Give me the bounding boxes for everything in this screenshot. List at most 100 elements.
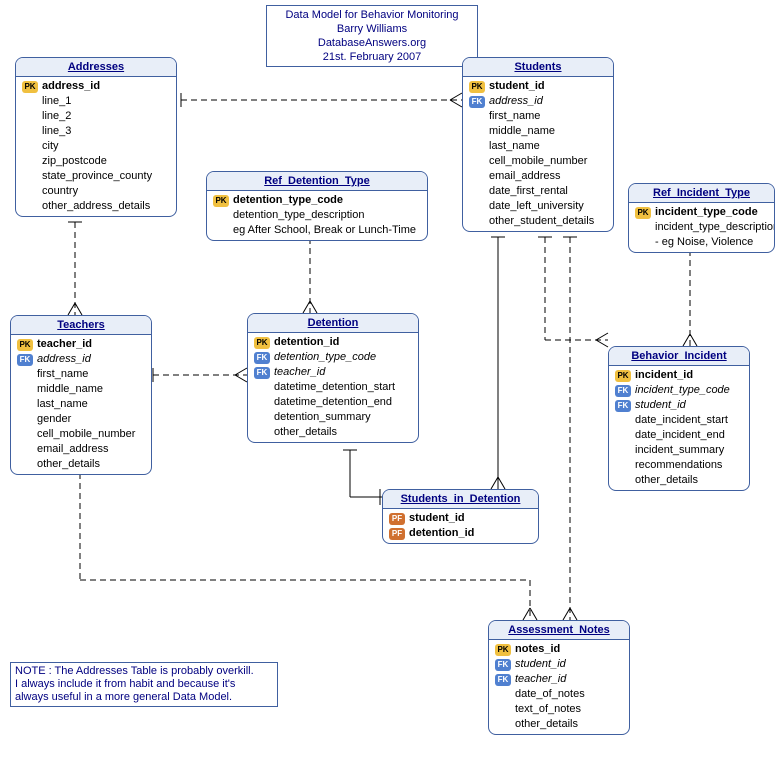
entity-header: Assessment_Notes <box>489 621 629 640</box>
field: detention_id <box>409 526 474 541</box>
entity-ref-detention-type: Ref_Detention_Type PK detention_type_code… <box>206 171 428 241</box>
field: date_first_rental <box>489 184 568 199</box>
fk-icon: FK <box>495 674 511 686</box>
field: student_id <box>635 398 686 413</box>
field: gender <box>37 412 71 427</box>
field: text_of_notes <box>515 702 581 717</box>
field: first_name <box>37 367 88 382</box>
entity-header: Students_in_Detention <box>383 490 538 509</box>
field: email_address <box>37 442 109 457</box>
title-line: Barry Williams <box>273 22 471 36</box>
field: date_incident_end <box>635 428 725 443</box>
field: incident_summary <box>635 443 724 458</box>
entity-header: Addresses <box>16 58 176 77</box>
field: address_id <box>42 79 100 94</box>
entity-teachers: Teachers PK teacher_id FK address_id first… <box>10 315 152 475</box>
note-line: always useful in a more general Data Mod… <box>15 691 273 704</box>
entity-students: Students PK student_id FK address_id first… <box>462 57 614 232</box>
title-line: DatabaseAnswers.org <box>273 36 471 50</box>
field: incident_type_code <box>635 383 730 398</box>
field: datetime_detention_end <box>274 395 392 410</box>
field: teacher_id <box>274 365 325 380</box>
diagram-title: Data Model for Behavior Monitoring Barry… <box>266 5 478 67</box>
fk-icon: FK <box>254 352 270 364</box>
fk-icon: FK <box>254 367 270 379</box>
entity-behavior-incident: Behavior_Incident PK incident_id FK incide… <box>608 346 750 491</box>
field: last_name <box>489 139 540 154</box>
pf-icon: PF <box>389 513 405 525</box>
field: notes_id <box>515 642 560 657</box>
field: recommendations <box>635 458 722 473</box>
entity-header: Ref_Incident_Type <box>629 184 774 203</box>
entity-header: Behavior_Incident <box>609 347 749 366</box>
entity-addresses: Addresses PK address_id line_1 line_2 lin… <box>15 57 177 217</box>
entity-students-in-detention: Students_in_Detention PF student_id PF det… <box>382 489 539 544</box>
entity-header: Teachers <box>11 316 151 335</box>
field: cell_mobile_number <box>37 427 135 442</box>
pk-icon: PK <box>22 81 38 93</box>
field: incident_type_description <box>655 220 775 235</box>
fk-icon: FK <box>615 400 631 412</box>
field: date_incident_start <box>635 413 728 428</box>
title-line: Data Model for Behavior Monitoring <box>273 8 471 22</box>
pk-icon: PK <box>17 339 33 351</box>
field: line_2 <box>42 109 71 124</box>
field: - eg Noise, Violence <box>655 235 753 250</box>
pk-icon: PK <box>615 370 631 382</box>
field: line_3 <box>42 124 71 139</box>
pk-icon: PK <box>213 195 229 207</box>
pk-icon: PK <box>635 207 651 219</box>
field: detention_summary <box>274 410 371 425</box>
field: other_details <box>515 717 578 732</box>
field: middle_name <box>37 382 103 397</box>
field: incident_type_code <box>655 205 758 220</box>
field: date_of_notes <box>515 687 585 702</box>
field: city <box>42 139 59 154</box>
pk-icon: PK <box>495 644 511 656</box>
field: date_left_university <box>489 199 584 214</box>
field: state_province_county <box>42 169 152 184</box>
field: cell_mobile_number <box>489 154 587 169</box>
field: student_id <box>409 511 465 526</box>
entity-header: Students <box>463 58 613 77</box>
field: incident_id <box>635 368 693 383</box>
field: first_name <box>489 109 540 124</box>
field: detention_type_code <box>233 193 343 208</box>
diagram-note: NOTE : The Addresses Table is probably o… <box>10 662 278 707</box>
pf-icon: PF <box>389 528 405 540</box>
field: middle_name <box>489 124 555 139</box>
field: zip_postcode <box>42 154 107 169</box>
field: teacher_id <box>515 672 566 687</box>
field: email_address <box>489 169 561 184</box>
entity-ref-incident-type: Ref_Incident_Type PK incident_type_code i… <box>628 183 775 253</box>
entity-header: Ref_Detention_Type <box>207 172 427 191</box>
field: last_name <box>37 397 88 412</box>
field: line_1 <box>42 94 71 109</box>
field: student_id <box>489 79 545 94</box>
field: student_id <box>515 657 566 672</box>
field: datetime_detention_start <box>274 380 395 395</box>
field: detention_type_description <box>233 208 364 223</box>
title-line: 21st. February 2007 <box>273 50 471 64</box>
pk-icon: PK <box>254 337 270 349</box>
field: eg After School, Break or Lunch-Time <box>233 223 416 238</box>
note-line: NOTE : The Addresses Table is probably o… <box>15 665 273 678</box>
field: other_student_details <box>489 214 594 229</box>
fk-icon: FK <box>495 659 511 671</box>
entity-detention: Detention PKdetention_id FKdetention_typ… <box>247 313 419 443</box>
note-line: I always include it from habit and becau… <box>15 678 273 691</box>
field: detention_type_code <box>274 350 376 365</box>
field: other_details <box>274 425 337 440</box>
field: other_details <box>37 457 100 472</box>
field: teacher_id <box>37 337 92 352</box>
fk-icon: FK <box>469 96 485 108</box>
field: other_address_details <box>42 199 150 214</box>
fk-icon: FK <box>17 354 33 366</box>
entity-header: Detention <box>248 314 418 333</box>
field: other_details <box>635 473 698 488</box>
field: country <box>42 184 78 199</box>
fk-icon: FK <box>615 385 631 397</box>
field: address_id <box>37 352 91 367</box>
pk-icon: PK <box>469 81 485 93</box>
field: address_id <box>489 94 543 109</box>
